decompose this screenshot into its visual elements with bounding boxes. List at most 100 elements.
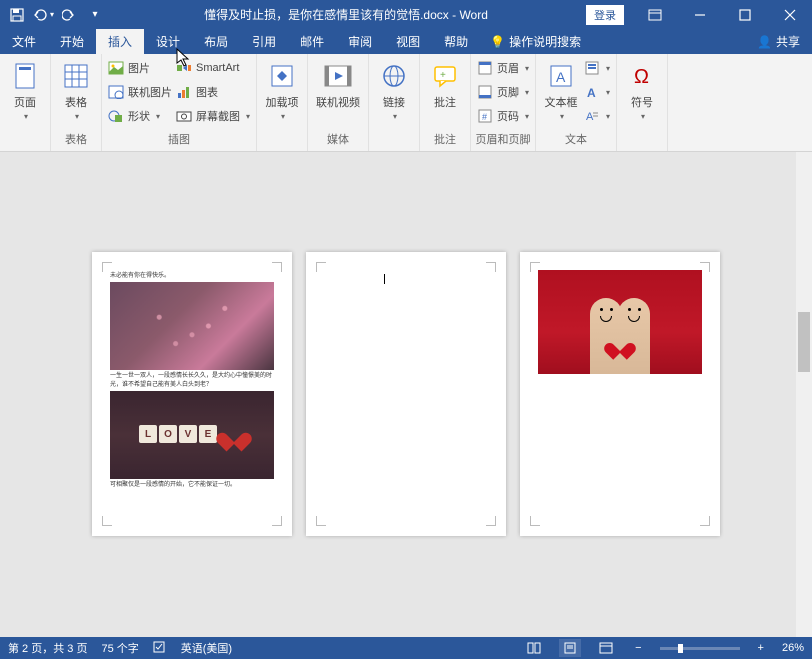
page-number-button[interactable]: #页码▾ [475,104,531,128]
svg-text:#: # [482,112,487,122]
vertical-scrollbar[interactable] [796,152,812,637]
smartart-icon [176,60,192,76]
undo-button[interactable]: ▾ [32,4,54,26]
svg-text:A: A [587,86,596,99]
page1-image-flowers[interactable] [110,282,274,370]
word-count[interactable]: 75 个字 [101,640,138,656]
tab-file[interactable]: 文件 [0,29,48,54]
tab-references[interactable]: 引用 [240,29,288,54]
wordart-button[interactable]: A▾ [582,80,612,104]
zoom-level[interactable]: 26% [782,642,804,654]
share-button[interactable]: 👤 共享 [745,29,812,54]
tab-mailings[interactable]: 邮件 [288,29,336,54]
links-button[interactable]: 链接▾ [373,56,415,121]
ribbon-group-text: A 文本框▾ ▾ A▾ A▾ 文本 [536,54,617,151]
ribbon-group-addins: 加载项▾ [257,54,308,151]
share-icon: 👤 [757,35,772,49]
customize-qat[interactable]: ▾ [84,4,106,26]
tab-insert[interactable]: 插入 [96,29,144,54]
footer-button[interactable]: 页脚▾ [475,80,531,104]
tell-me-search[interactable]: 💡 操作说明搜索 [480,29,591,54]
screenshot-button[interactable]: 屏幕截图▾ [174,104,252,128]
page-info[interactable]: 第 2 页，共 3 页 [8,640,87,656]
picture-icon [108,60,124,76]
comment-icon: + [429,60,461,92]
drop-cap-button[interactable]: A▾ [582,104,612,128]
spell-check-icon[interactable] [153,640,167,657]
maximize-button[interactable] [722,0,767,29]
pages-button[interactable]: 页面▾ [4,56,46,121]
share-label: 共享 [776,33,800,50]
page1-text3: 可相聚仅是一段感情的开始，它不能保证一切。 [110,481,274,489]
svg-text:A: A [556,69,566,85]
tab-help[interactable]: 帮助 [432,29,480,54]
web-layout-button[interactable] [595,639,617,657]
ribbon-group-pages: 页面▾ [0,54,51,151]
document-page-2[interactable] [306,252,506,536]
redo-button[interactable] [58,4,80,26]
save-button[interactable] [6,4,28,26]
document-page-3[interactable] [520,252,720,536]
online-video-button[interactable]: 联机视频 [312,56,364,110]
tab-design[interactable]: 设计 [144,29,192,54]
chart-button[interactable]: 图表 [174,80,252,104]
smartart-button[interactable]: SmartArt [174,56,252,80]
ribbon-group-media: 联机视频 媒体 [308,54,369,151]
document-area[interactable]: 未必能有你在得快乐。 一生一世一双人，一段感情长长久久，是大约心中憧憬美的时光，… [0,152,812,637]
lightbulb-icon: 💡 [490,35,505,49]
header-button[interactable]: 页眉▾ [475,56,531,80]
online-picture-icon [108,84,124,100]
language-status[interactable]: 英语(美国) [181,640,232,656]
online-pictures-button[interactable]: 联机图片 [106,80,174,104]
shapes-icon [108,108,124,124]
quick-parts-icon [584,60,600,76]
zoom-in-button[interactable]: + [754,642,768,654]
minimize-button[interactable] [677,0,722,29]
page-icon [9,60,41,92]
zoom-slider[interactable] [660,647,740,650]
document-title: 懂得及时止损，是你在感情里该有的觉悟.docx - Word [106,6,586,23]
symbol-button[interactable]: Ω 符号▾ [621,56,663,121]
ribbon-group-illustrations: 图片 联机图片 形状▾ SmartArt 图表 屏幕截图▾ 插图 [102,54,257,151]
ribbon-group-tables: 表格▾ 表格 [51,54,102,151]
svg-text:Ω: Ω [634,66,649,88]
scrollbar-thumb[interactable] [798,312,810,372]
close-button[interactable] [767,0,812,29]
comment-button[interactable]: + 批注 [424,56,466,110]
read-mode-button[interactable] [523,639,545,657]
drop-cap-icon: A [584,108,600,124]
symbol-icon: Ω [626,60,658,92]
quick-access-toolbar: ▾ ▾ [0,4,106,26]
ribbon-group-symbols: Ω 符号▾ [617,54,668,151]
ribbon-display-options[interactable] [632,0,677,29]
table-button[interactable]: 表格▾ [55,56,97,121]
print-layout-button[interactable] [559,639,581,657]
zoom-out-button[interactable]: − [631,642,645,654]
addins-button[interactable]: 加载项▾ [261,56,303,121]
ribbon-tabs: 文件 开始 插入 设计 布局 引用 邮件 审阅 视图 帮助 💡 操作说明搜索 👤… [0,29,812,54]
tab-review[interactable]: 审阅 [336,29,384,54]
status-bar: 第 2 页，共 3 页 75 个字 英语(美国) − + 26% [0,637,812,659]
svg-text:+: + [440,70,446,81]
pictures-button[interactable]: 图片 [106,56,174,80]
ribbon: 页面▾ 表格▾ 表格 图片 联机图片 形状▾ SmartArt 图表 屏幕截图▾ [0,54,812,152]
page-number-icon: # [477,108,493,124]
page1-image-love[interactable]: LOVE [110,391,274,479]
link-icon [378,60,410,92]
video-icon [322,60,354,92]
tab-home[interactable]: 开始 [48,29,96,54]
svg-text:A: A [586,111,594,123]
login-button[interactable]: 登录 [586,5,624,25]
footer-icon [477,84,493,100]
tab-layout[interactable]: 布局 [192,29,240,54]
textbox-button[interactable]: A 文本框▾ [540,56,582,121]
document-page-1[interactable]: 未必能有你在得快乐。 一生一世一双人，一段感情长长久久，是大约心中憧憬美的时光，… [92,252,292,536]
text-cursor [384,274,385,284]
tab-view[interactable]: 视图 [384,29,432,54]
wordart-icon: A [584,84,600,100]
page1-text1: 未必能有你在得快乐。 [110,272,274,280]
page3-image-fingers[interactable] [538,270,702,374]
shapes-button[interactable]: 形状▾ [106,104,174,128]
quick-parts-button[interactable]: ▾ [582,56,612,80]
header-icon [477,60,493,76]
